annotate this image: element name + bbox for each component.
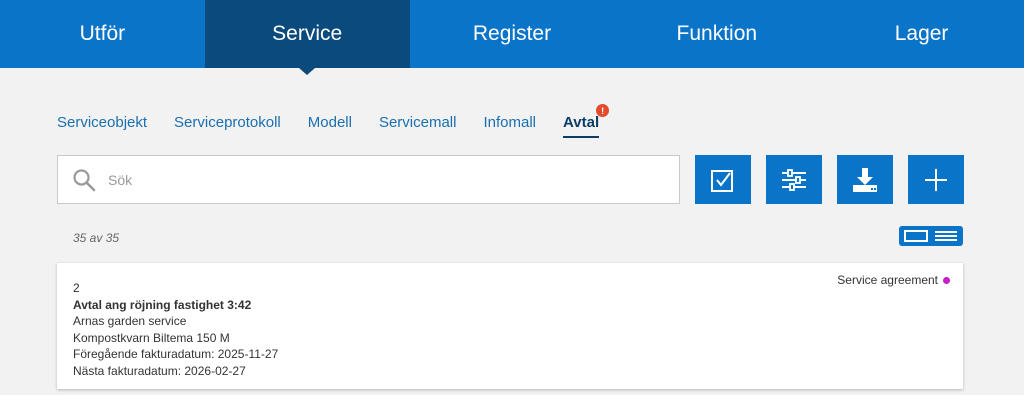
subtab-infomall[interactable]: Infomall (483, 114, 536, 138)
list-view-button[interactable] (933, 229, 959, 243)
alert-badge: ! (596, 104, 610, 117)
plus-icon (925, 168, 947, 191)
agreement-card[interactable]: Service agreement 2 Avtal ang röjning fa… (57, 263, 963, 389)
subtab-serviceobjekt[interactable]: Serviceobjekt (57, 114, 147, 138)
subtab-serviceprotokoll[interactable]: Serviceprotokoll (174, 114, 281, 138)
nav-tab-register[interactable]: Register (410, 0, 615, 68)
card-view-icon (904, 230, 928, 242)
filter-button[interactable] (766, 155, 822, 204)
result-count: 35 av 35 (73, 231, 120, 245)
agreement-number: 2 (73, 281, 80, 295)
add-button[interactable] (908, 155, 964, 204)
main-nav: Utför Service Register Funktion Lager (0, 0, 1024, 75)
agreement-type-label: Service agreement (837, 273, 938, 287)
nav-tab-funktion[interactable]: Funktion (614, 0, 819, 68)
nav-tab-lager[interactable]: Lager (819, 0, 1024, 68)
download-icon (853, 167, 877, 192)
nav-tab-utfor[interactable]: Utför (0, 0, 205, 68)
subtab-modell[interactable]: Modell (308, 114, 352, 138)
subtab-avtal-label: Avtal (563, 114, 600, 131)
select-button[interactable] (695, 155, 751, 204)
agreement-type: Service agreement (837, 272, 950, 289)
search-input[interactable] (108, 171, 679, 188)
search-box[interactable] (57, 155, 680, 204)
subtab-avtal[interactable]: Avtal ! (563, 104, 610, 138)
checkbox-icon (711, 169, 733, 192)
list-view-icon (935, 231, 957, 241)
sub-tabs: Serviceobjekt Serviceprotokoll Modell Se… (57, 104, 626, 138)
subtab-servicemall[interactable]: Servicemall (379, 114, 457, 138)
card-view-button[interactable] (903, 229, 929, 243)
agreement-customer: Arnas garden service (73, 314, 187, 328)
view-toggle (899, 226, 963, 246)
next-invoice-date: Nästa fakturadatum: 2026-02-27 (73, 363, 246, 378)
search-icon (73, 168, 96, 191)
previous-invoice-date: Föregående fakturadatum: 2025-11-27 (73, 347, 279, 361)
agreement-object: Kompostkvarn Biltema 150 M (73, 330, 230, 345)
status-dot (943, 276, 950, 284)
sliders-icon (782, 168, 806, 191)
download-button[interactable] (837, 155, 893, 204)
nav-tab-service[interactable]: Service (204, 0, 410, 75)
agreement-title: Avtal ang röjning fastighet 3:42 (73, 297, 252, 312)
